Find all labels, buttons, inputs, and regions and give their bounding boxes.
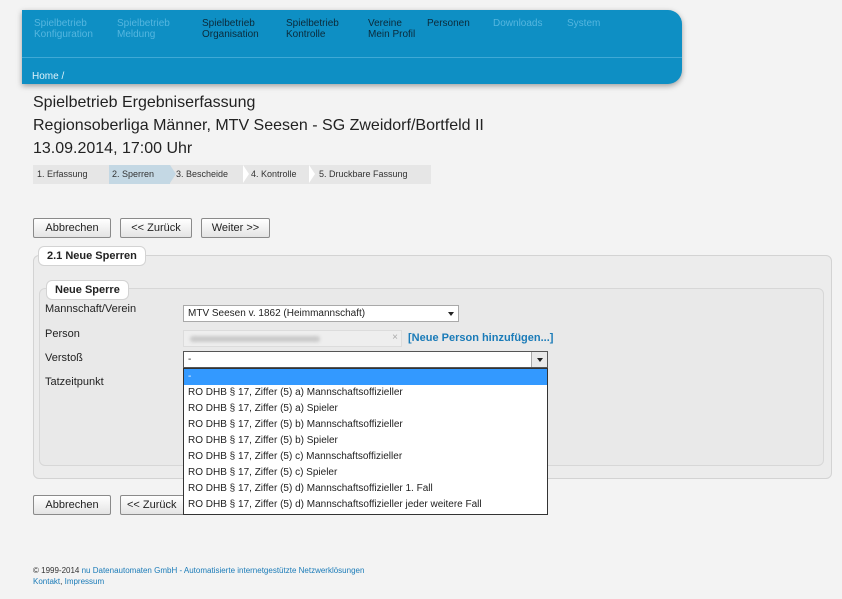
back-button-bottom[interactable]: << Zurück	[120, 495, 192, 515]
nav-label-line2: Mein Profil	[368, 29, 416, 40]
copyright-text: © 1999-2014	[33, 566, 80, 575]
add-person-link[interactable]: [Neue Person hinzufügen...]	[408, 332, 553, 344]
nav-label-line1: Spielbetrieb	[202, 18, 255, 29]
nav-label-line1: Spielbetrieb	[117, 18, 170, 29]
nav-label-line1: Vereine	[368, 18, 402, 29]
breadcrumb-home[interactable]: Home /	[32, 71, 64, 82]
footer-links: Kontakt, Impressum	[33, 577, 104, 586]
match-datetime: 13.09.2014, 17:00 Uhr	[33, 140, 193, 157]
dropdown-option[interactable]: RO DHB § 17, Ziffer (5) a) Spieler	[184, 401, 547, 417]
nav-label-line2: Konfiguration	[34, 29, 93, 40]
time-label: Tatzeitpunkt	[45, 376, 104, 388]
nav-system[interactable]: System	[567, 18, 600, 29]
step-erfassung[interactable]: 1. Erfassung	[33, 165, 107, 184]
dropdown-option[interactable]: RO DHB § 17, Ziffer (5) c) Spieler	[184, 465, 547, 481]
step-separator	[243, 165, 249, 183]
next-button[interactable]: Weiter >>	[201, 218, 270, 238]
wizard-steps: 1. Erfassung 2. Sperren 3. Bescheide 4. …	[33, 165, 431, 184]
step-druckbare-fassung[interactable]: 5. Druckbare Fassung	[319, 165, 431, 184]
nav-label-line2: Kontrolle	[286, 29, 326, 40]
nav-label-line1: Downloads	[493, 18, 543, 29]
section-legend: 2.1 Neue Sperren	[38, 246, 146, 266]
back-button[interactable]: << Zurück	[120, 218, 192, 238]
violation-select[interactable]: -	[183, 351, 548, 368]
nav-downloads[interactable]: Downloads	[493, 18, 542, 29]
person-label: Person	[45, 328, 80, 340]
nav-spielbetrieb-organisation[interactable]: Spielbetrieb Organisation	[202, 18, 259, 40]
violation-label: Verstoß	[45, 352, 83, 364]
dropdown-option[interactable]: RO DHB § 17, Ziffer (5) b) Spieler	[184, 433, 547, 449]
fieldset-legend: Neue Sperre	[46, 280, 129, 300]
dropdown-option[interactable]: RO DHB § 17, Ziffer (5) a) Mannschaftsof…	[184, 385, 547, 401]
step-label: 3. Bescheide	[176, 169, 229, 179]
dropdown-option[interactable]: RO DHB § 17, Ziffer (5) b) Mannschaftsof…	[184, 417, 547, 433]
nav-label-line1: Spielbetrieb	[286, 18, 339, 29]
nav-label-line1: System	[567, 18, 601, 29]
team-select-value: MTV Seesen v. 1862 (Heimmannschaft)	[188, 308, 366, 319]
nav-spielbetrieb-meldung[interactable]: Spielbetrieb Meldung	[117, 18, 170, 40]
step-label: 2. Sperren	[112, 169, 155, 179]
step-separator	[309, 165, 315, 183]
nav-label-line2: Meldung	[117, 29, 156, 40]
step-bescheide[interactable]: 3. Bescheide	[176, 165, 243, 184]
page-title: Spielbetrieb Ergebniserfassung	[33, 94, 256, 111]
team-label: Mannschaft/Verein	[45, 303, 137, 315]
nav-spielbetrieb-konfiguration[interactable]: Spielbetrieb Konfiguration	[34, 18, 93, 40]
step-label: 4. Kontrolle	[251, 169, 297, 179]
company-link[interactable]: nu Datenautomaten GmbH - Automatisierte …	[82, 566, 365, 575]
step-sperren[interactable]: 2. Sperren	[109, 165, 170, 184]
chevron-down-icon	[448, 312, 454, 316]
dropdown-option[interactable]: -	[184, 369, 547, 385]
dropdown-toggle[interactable]	[531, 352, 547, 367]
nav-personen[interactable]: Personen	[427, 18, 470, 29]
contact-link[interactable]: Kontakt	[33, 577, 60, 586]
step-kontrolle[interactable]: 4. Kontrolle	[251, 165, 317, 184]
match-title: Regionsoberliga Männer, MTV Seesen - SG …	[33, 117, 484, 134]
clear-icon[interactable]: ×	[392, 332, 398, 343]
cancel-button[interactable]: Abbrechen	[33, 218, 111, 238]
header-divider	[22, 57, 682, 58]
imprint-link[interactable]: Impressum	[65, 577, 105, 586]
redacted-person-name	[190, 336, 320, 342]
violation-dropdown-list: - RO DHB § 17, Ziffer (5) a) Mannschafts…	[183, 368, 548, 515]
nav-vereine-mein-profil[interactable]: Vereine Mein Profil	[368, 18, 415, 40]
person-input[interactable]: ×	[183, 330, 402, 347]
step-label: 1. Erfassung	[37, 169, 88, 179]
team-select[interactable]: MTV Seesen v. 1862 (Heimmannschaft)	[183, 305, 459, 322]
violation-select-value: -	[188, 354, 192, 365]
top-navigation-bar: Spielbetrieb Konfiguration Spielbetrieb …	[22, 10, 682, 84]
step-label: 5. Druckbare Fassung	[319, 169, 408, 179]
footer-copyright-line: © 1999-2014 nu Datenautomaten GmbH - Aut…	[33, 566, 364, 575]
cancel-button-bottom[interactable]: Abbrechen	[33, 495, 111, 515]
dropdown-option[interactable]: RO DHB § 17, Ziffer (5) d) Mannschaftsof…	[184, 497, 547, 513]
nav-label-line1: Spielbetrieb	[34, 18, 87, 29]
dropdown-option[interactable]: RO DHB § 17, Ziffer (5) c) Mannschaftsof…	[184, 449, 547, 465]
nav-label-line1: Personen	[427, 18, 470, 29]
dropdown-option[interactable]: RO DHB § 17, Ziffer (5) d) Mannschaftsof…	[184, 481, 547, 497]
nav-label-line2: Organisation	[202, 29, 259, 40]
chevron-down-icon	[537, 358, 543, 362]
nav-spielbetrieb-kontrolle[interactable]: Spielbetrieb Kontrolle	[286, 18, 339, 40]
